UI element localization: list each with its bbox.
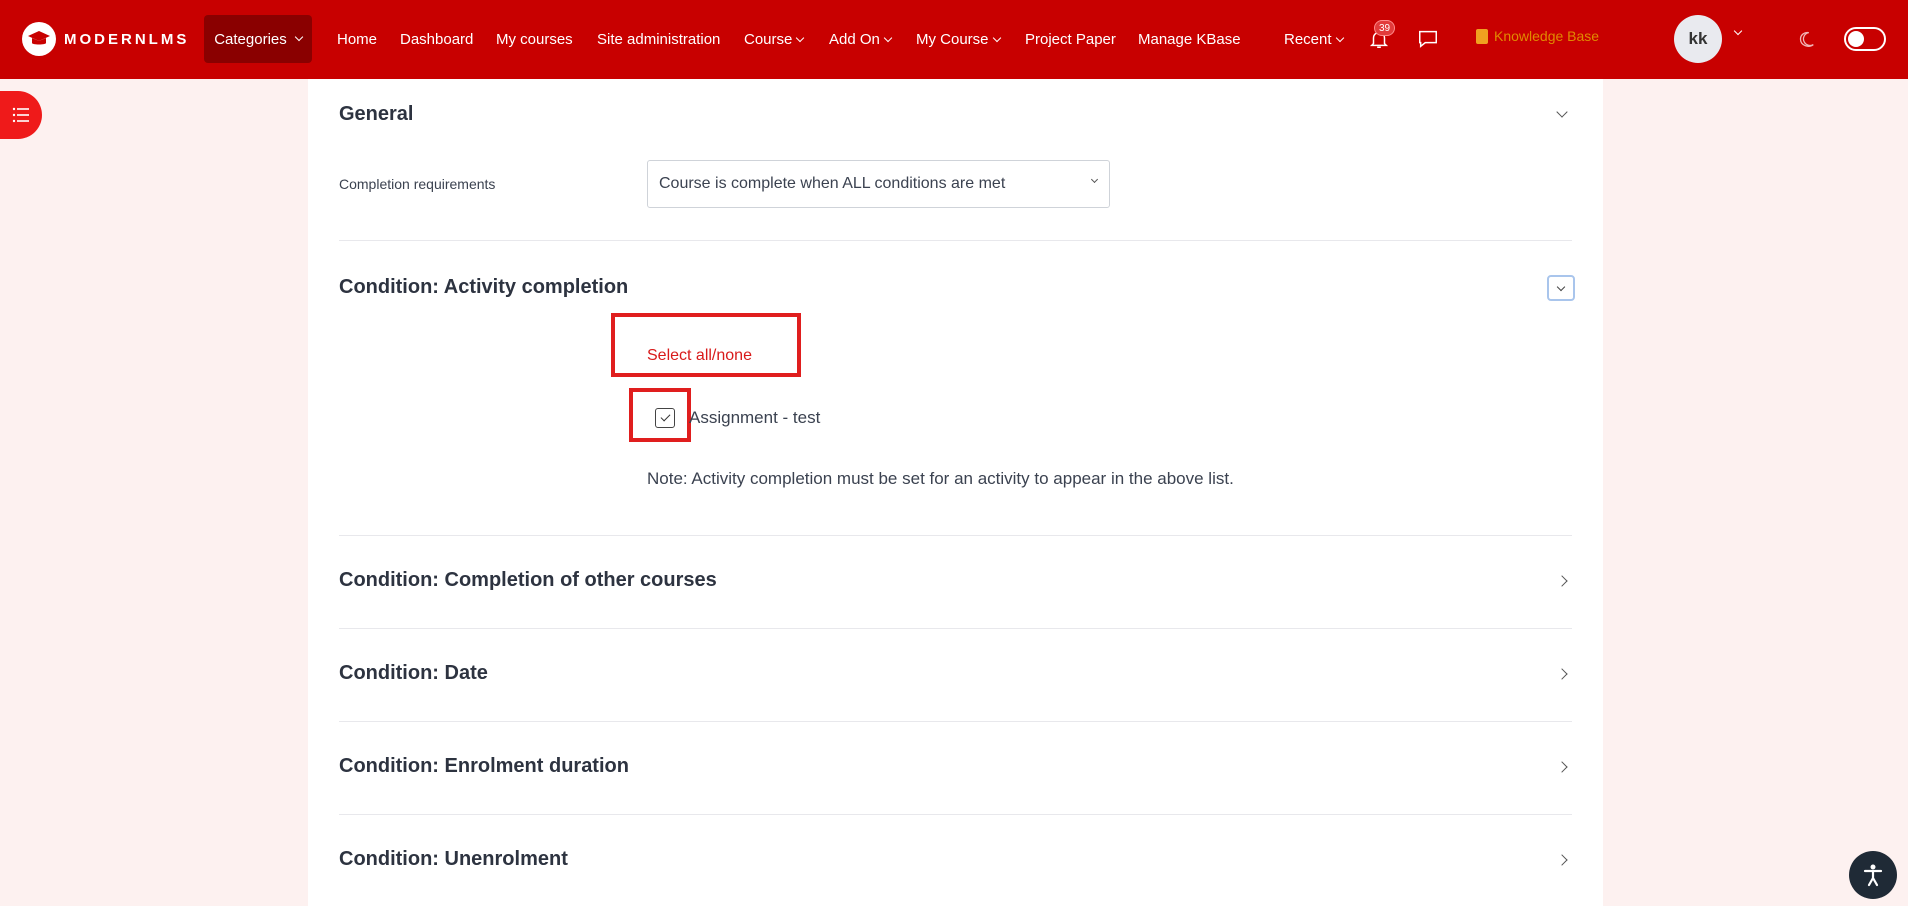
avatar[interactable]: kk xyxy=(1674,15,1722,63)
section-enrolment-duration-heading[interactable]: Condition: Enrolment duration xyxy=(339,755,629,778)
divider xyxy=(339,721,1572,722)
completion-requirements-value: Course is complete when ALL conditions a… xyxy=(659,175,1006,192)
chevron-down-icon xyxy=(294,32,304,42)
nav-label: Course xyxy=(744,31,793,48)
nav-course[interactable]: Course xyxy=(744,0,805,79)
nav-label: Recent xyxy=(1284,31,1332,48)
section-date-heading[interactable]: Condition: Date xyxy=(339,662,488,685)
activity-completion-note: Note: Activity completion must be set fo… xyxy=(647,469,1234,488)
nav-recent[interactable]: Recent xyxy=(1284,0,1344,79)
nav-add-on[interactable]: Add On xyxy=(829,0,893,79)
chat-bubble-icon[interactable] xyxy=(1417,28,1439,50)
chevron-down-icon xyxy=(1556,282,1566,291)
chevron-down-icon xyxy=(1090,175,1099,184)
select-all-none-link[interactable]: Select all/none xyxy=(647,347,752,365)
activity-checkbox[interactable] xyxy=(655,408,675,428)
chevron-right-icon[interactable] xyxy=(1556,854,1568,866)
notification-badge: 39 xyxy=(1374,20,1396,36)
chevron-down-icon xyxy=(992,33,1001,42)
section-unenrolment-heading[interactable]: Condition: Unenrolment xyxy=(339,848,568,871)
collapse-section-button[interactable] xyxy=(1547,275,1575,301)
toggle-knob xyxy=(1848,31,1864,47)
divider xyxy=(339,535,1572,536)
divider xyxy=(339,628,1572,629)
nav-my-courses[interactable]: My courses xyxy=(496,0,573,79)
top-navbar: MODERNLMS Categories Home Dashboard My c… xyxy=(0,0,1908,79)
site-logo[interactable]: MODERNLMS xyxy=(22,22,189,56)
categories-menu[interactable]: Categories xyxy=(204,15,312,63)
completion-requirements-select[interactable]: Course is complete when ALL conditions a… xyxy=(647,160,1110,208)
categories-label: Categories xyxy=(214,30,287,48)
highlight-box xyxy=(611,313,801,377)
nav-label: Add On xyxy=(829,31,880,48)
chevron-down-icon xyxy=(883,33,893,42)
nav-home[interactable]: Home xyxy=(337,0,377,79)
moon-icon[interactable] xyxy=(1795,29,1817,51)
knowledge-base-link[interactable]: Knowledge Base xyxy=(1476,28,1599,44)
chevron-down-icon xyxy=(1335,33,1344,42)
activity-label[interactable]: Assignment - test xyxy=(689,408,820,428)
completion-requirements-label: Completion requirements xyxy=(339,176,496,192)
brand-name: MODERNLMS xyxy=(64,30,190,48)
section-general-heading[interactable]: General xyxy=(339,103,413,126)
nav-dashboard[interactable]: Dashboard xyxy=(400,0,473,79)
divider xyxy=(339,814,1572,815)
graduation-cap-icon xyxy=(22,22,56,56)
chevron-down-icon[interactable] xyxy=(1733,26,1743,36)
nav-label: Manage KBase xyxy=(1138,31,1241,48)
nav-label: My courses xyxy=(496,31,573,48)
nav-project-paper[interactable]: Project Paper xyxy=(1025,0,1116,79)
section-completion-other-courses-heading[interactable]: Condition: Completion of other courses xyxy=(339,569,717,592)
nav-my-course[interactable]: My Course xyxy=(916,0,1001,79)
chevron-right-icon[interactable] xyxy=(1556,575,1568,587)
nav-label: My Course xyxy=(916,31,989,48)
nav-label: Dashboard xyxy=(400,31,474,48)
nav-label: Home xyxy=(337,31,378,48)
chevron-right-icon[interactable] xyxy=(1556,668,1568,680)
dark-mode-toggle[interactable] xyxy=(1844,27,1886,51)
nav-manage-kbase[interactable]: Manage KBase xyxy=(1138,0,1241,79)
nav-site-administration[interactable]: Site administration xyxy=(597,0,720,79)
chevron-down-icon[interactable] xyxy=(1556,106,1568,118)
knowledge-base-label: Knowledge Base xyxy=(1494,28,1600,44)
list-icon xyxy=(12,107,29,123)
section-activity-completion-heading[interactable]: Condition: Activity completion xyxy=(339,276,628,299)
book-icon xyxy=(1476,28,1488,44)
accessibility-icon xyxy=(1863,864,1883,887)
drawer-toggle-button[interactable] xyxy=(0,91,42,139)
check-icon xyxy=(660,411,670,422)
nav-label: Project Paper xyxy=(1025,31,1116,48)
course-completion-form: General Completion requirements Course i… xyxy=(308,79,1603,906)
chevron-right-icon[interactable] xyxy=(1556,761,1568,773)
accessibility-button[interactable] xyxy=(1849,851,1897,899)
chevron-down-icon xyxy=(796,33,805,42)
divider xyxy=(339,240,1572,241)
nav-label: Site administration xyxy=(597,31,721,48)
